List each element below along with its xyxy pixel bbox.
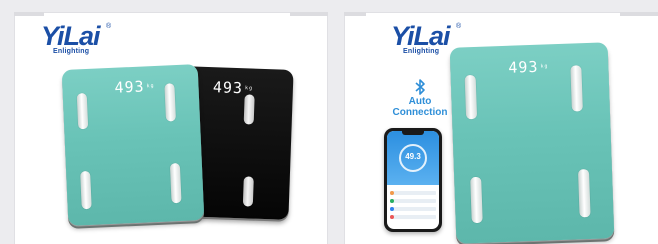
smartphone: 49.3 (384, 128, 442, 232)
app-row-dot (390, 199, 394, 203)
app-list-row (390, 207, 436, 211)
electrode-top-right (570, 65, 583, 112)
teal-scale-unit: kg (540, 63, 549, 70)
electrode-bottom-right (242, 176, 254, 207)
bluetooth-icon (415, 79, 425, 95)
phone-notch (402, 131, 424, 135)
card-edge-strip (290, 12, 328, 16)
electrode-bottom-left (470, 176, 483, 224)
logo-registered-mark: ® (456, 23, 462, 30)
bluetooth-label-line2: Connection (392, 107, 448, 118)
app-row-dot (390, 207, 394, 211)
teal-scale: 493kg (61, 64, 205, 226)
teal-scale-unit: kg (146, 83, 155, 90)
app-list-row (390, 199, 436, 203)
logo-wordmark: YiLai (391, 21, 451, 51)
app-list-row (390, 191, 436, 195)
card-edge-strip (344, 12, 366, 16)
black-scale-reading: 493 (212, 78, 244, 98)
product-image-page: YiLai ® Enlighting 493kg 493kg YiLai ® (0, 0, 658, 244)
logo-tagline: Enlighting (403, 48, 440, 55)
black-scale-unit: kg (244, 85, 254, 92)
electrode-top-left (76, 92, 89, 130)
card-edge-strip (14, 12, 44, 16)
teal-scale-reading: 493 (508, 57, 539, 77)
electrode-bottom-left (80, 170, 92, 210)
teal-scale: 493kg (449, 42, 615, 244)
electrode-top-left (464, 74, 478, 120)
electrode-top-right (164, 83, 176, 122)
phone-screen: 49.3 (387, 131, 439, 229)
bluetooth-label-line1: Auto (408, 96, 432, 107)
electrode-bottom-right (169, 162, 182, 204)
logo-tagline: Enlighting (53, 48, 90, 55)
app-row-dot (390, 215, 394, 219)
logo-wordmark: YiLai (41, 21, 101, 51)
brand-logo: YiLai ® Enlighting (35, 21, 125, 61)
app-weight-value: 49.3 (405, 152, 421, 161)
bluetooth-badge: Auto Connection (390, 78, 450, 118)
product-card-left: YiLai ® Enlighting 493 kg 493kg (14, 12, 328, 244)
logo-registered-mark: ® (106, 23, 112, 30)
teal-scale-display: 493kg (114, 77, 155, 97)
electrode-top-right (243, 94, 255, 125)
app-list-row (390, 215, 436, 219)
card-edge-strip (620, 12, 658, 16)
teal-scale-reading: 493 (114, 77, 145, 97)
app-row-dot (390, 191, 394, 195)
teal-scale-display: 493kg (508, 57, 549, 77)
electrode-bottom-right (577, 169, 591, 218)
